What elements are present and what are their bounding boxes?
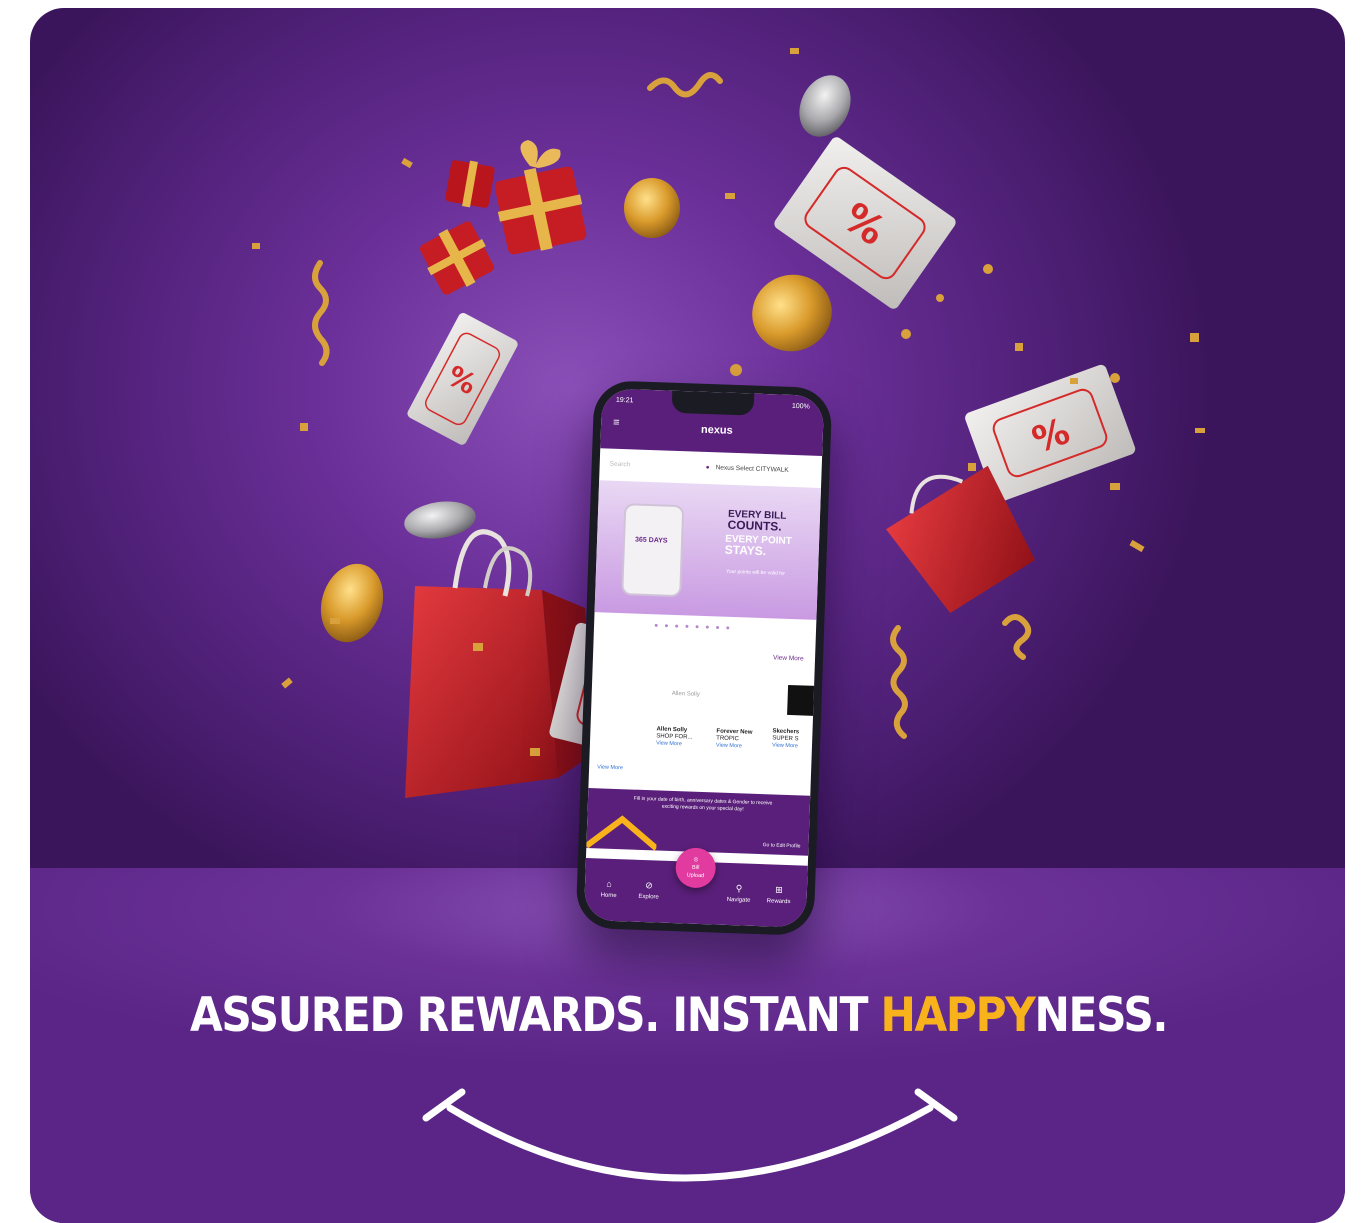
smile-arc: [422, 1088, 958, 1182]
receipt-phone-graphic: [621, 503, 685, 598]
brand-card-3[interactable]: Skechers SUPER S View More: [772, 728, 813, 749]
coin-3: [320, 563, 384, 643]
nav-explore[interactable]: Explore: [631, 894, 667, 901]
status-battery: 100%: [791, 402, 810, 411]
coin-1: [624, 178, 680, 238]
brand-view-more[interactable]: View More: [772, 742, 812, 749]
view-more-link[interactable]: View More: [773, 654, 804, 662]
brand-row-label: Allen Solly: [671, 690, 700, 698]
promo-banner[interactable]: 365 DAYS EVERY BILL COUNTS. EVERY POINT …: [594, 480, 822, 620]
bottom-nav: ⌂ Home ⊘ Explore ◎ Bill Upload ⚲ Navigat…: [583, 847, 808, 928]
coupon-2: %: [407, 313, 518, 445]
receipt-days: 365 DAYS: [634, 536, 668, 545]
bill-upload-button[interactable]: ◎ Bill Upload: [674, 847, 717, 889]
status-time: 19:21: [615, 396, 634, 405]
upload-label-2: Upload: [686, 872, 705, 880]
brand-view-more[interactable]: View More: [656, 740, 704, 748]
headline-highlight: HAPPY: [880, 988, 1035, 1043]
explore-icon[interactable]: ⊘: [631, 880, 667, 892]
promo-chevron-graphic: [586, 815, 658, 851]
phone-notch: [671, 390, 755, 416]
navigate-icon[interactable]: ⚲: [721, 883, 757, 895]
menu-icon[interactable]: ≡: [613, 417, 620, 429]
nav-navigate[interactable]: Navigate: [720, 897, 756, 904]
banner-headline: EVERY BILL COUNTS.: [727, 509, 786, 534]
brand-card-1[interactable]: Allen Solly SHOP FOR... View More: [656, 726, 705, 748]
phone-screen: 19:21 100% ≡ nexus Search ● Nexus Select…: [583, 388, 825, 928]
brand-left-view-more[interactable]: View More: [597, 764, 623, 771]
gift-box-3: [420, 221, 494, 295]
brand-card-2[interactable]: Forever New TROPIC View More: [716, 728, 759, 749]
search-placeholder: Search: [609, 460, 631, 469]
gift-box-2: [445, 160, 495, 208]
coin-2: [752, 274, 832, 352]
location-bar[interactable]: Search ● Nexus Select CITYWALK: [609, 457, 816, 482]
nav-rewards[interactable]: Rewards: [760, 898, 796, 905]
smartphone: 19:21 100% ≡ nexus Search ● Nexus Select…: [575, 380, 833, 936]
home-icon[interactable]: ⌂: [591, 878, 627, 889]
nav-home[interactable]: Home: [591, 892, 627, 900]
location-pin-icon: ●: [705, 463, 710, 472]
headline-part-1: ASSURED REWARDS. INSTANT: [190, 988, 881, 1043]
headline: ASSURED REWARDS. INSTANT HAPPYNESS.: [190, 988, 1169, 1043]
banner-headline-2: EVERY POINT STAYS.: [725, 534, 792, 558]
location-value: Nexus Select CITYWALK: [715, 464, 789, 474]
rewards-icon[interactable]: ⊞: [761, 884, 797, 896]
silver-coin-1: [799, 75, 851, 137]
brand-view-more[interactable]: View More: [716, 742, 758, 749]
profile-promo[interactable]: Fill in your date of birth, anniversary …: [586, 788, 811, 856]
brand-logo-tile[interactable]: [787, 684, 819, 716]
promo-card: % % % %: [30, 8, 1345, 1223]
banner-line-2: COUNTS.: [727, 517, 782, 534]
carousel-dots[interactable]: ●●●●●●●●: [654, 622, 736, 632]
edit-profile-link[interactable]: Go to Edit Profile: [763, 842, 801, 849]
app-logo: nexus: [700, 423, 733, 437]
silver-coin-2: [404, 501, 476, 539]
headline-part-2: NESS.: [1034, 988, 1169, 1043]
banner-subtext: Your points will be valid for: [725, 568, 786, 577]
gift-box-1: [494, 140, 587, 255]
